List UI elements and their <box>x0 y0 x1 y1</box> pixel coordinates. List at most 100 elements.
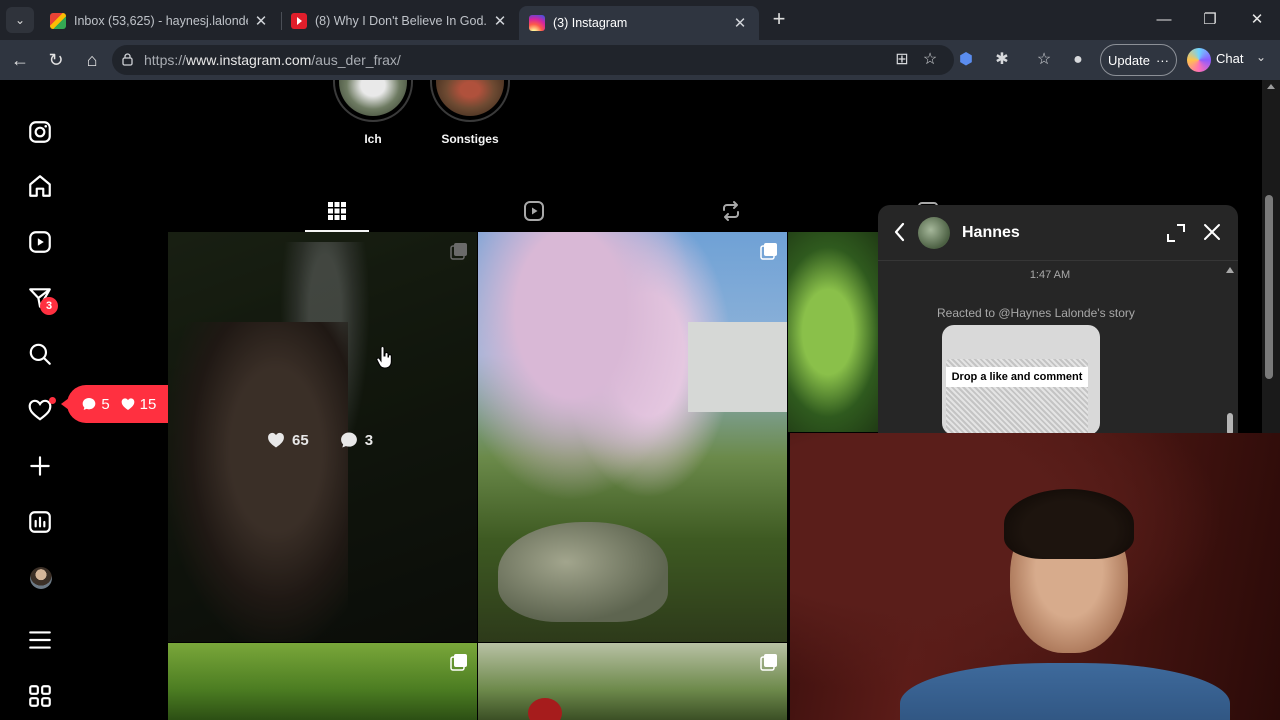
copilot-icon[interactable] <box>1187 48 1211 72</box>
tab-reels[interactable] <box>502 190 566 232</box>
comments-value: 3 <box>364 431 374 449</box>
favorites-icon[interactable]: ☆ <box>1032 48 1056 72</box>
address-bar[interactable]: https://www.instagram.com/aus_der_frax/ … <box>112 45 954 75</box>
profile-avatar-icon[interactable]: ● <box>1066 48 1090 72</box>
scroll-up-arrow-icon[interactable] <box>1267 84 1275 89</box>
instagram-icon <box>529 15 545 31</box>
tab-title: Inbox (53,625) - haynesj.lalonde@ <box>74 14 248 28</box>
highlight-cover <box>436 80 504 116</box>
close-icon[interactable]: ✕ <box>731 14 749 32</box>
close-icon[interactable]: ✕ <box>252 12 270 30</box>
highlight-cover <box>339 80 407 116</box>
home-icon[interactable] <box>26 172 54 200</box>
more-menu-icon[interactable] <box>26 626 54 654</box>
hand-cursor-icon <box>376 347 392 369</box>
post-photo-berry <box>528 698 562 720</box>
home-icon[interactable]: ⌂ <box>80 48 104 72</box>
carousel-icon <box>760 654 777 671</box>
restore-icon[interactable]: ❐ <box>1198 8 1222 32</box>
chat-scrollbar[interactable] <box>1226 267 1234 435</box>
likes-value: 65 <box>292 431 309 449</box>
copilot-chat-label[interactable]: Chat <box>1216 51 1243 66</box>
story-thumbnail[interactable]: Drop a like and comment <box>942 325 1100 435</box>
post-stats: 65 3 <box>266 430 373 450</box>
comments-count: 5 <box>81 396 110 413</box>
carousel-icon <box>450 243 467 260</box>
tab-title: (8) Why I Don't Believe In God. - Y <box>315 14 487 28</box>
carousel-icon <box>450 654 467 671</box>
browser-tab-bar: ⌄ Inbox (53,625) - haynesj.lalonde@ ✕ (8… <box>0 0 1280 40</box>
also-from-meta-icon[interactable] <box>26 682 54 710</box>
chevron-left-icon[interactable] <box>892 221 908 243</box>
webcam-overlay <box>790 433 1280 720</box>
extensions-icon[interactable]: ✱ <box>990 48 1014 72</box>
message-timestamp: 1:47 AM <box>1029 269 1071 281</box>
update-label: Update <box>1108 52 1150 68</box>
new-tab-plus-icon[interactable]: + <box>767 8 791 32</box>
comment-icon <box>340 432 357 448</box>
post-tile-hovered[interactable]: 65 3 <box>168 232 477 642</box>
story-reaction-text: Reacted to @Haynes Lalonde's story <box>937 306 1135 320</box>
extension-puzzle-blue-icon[interactable]: ⬢ <box>954 48 978 72</box>
update-button[interactable]: Update ··· <box>1100 44 1177 76</box>
post-tile-plant[interactable] <box>168 643 477 720</box>
chevron-down-icon[interactable]: ⌄ <box>1256 50 1266 64</box>
refresh-icon[interactable]: ↻ <box>44 48 68 72</box>
close-icon[interactable] <box>1202 222 1222 242</box>
url-path: /aus_der_frax/ <box>311 52 401 68</box>
tab-gmail[interactable]: Inbox (53,625) - haynesj.lalonde@ ✕ <box>40 6 280 36</box>
reels-icon[interactable] <box>26 228 54 256</box>
grid-icon <box>328 202 346 220</box>
heart-icon <box>121 398 134 410</box>
post-photo-building <box>688 322 787 412</box>
window-close-icon[interactable]: ✕ <box>1245 8 1269 32</box>
highlight-ring <box>430 80 510 122</box>
scroll-thumb[interactable] <box>1227 413 1233 435</box>
search-icon[interactable] <box>26 340 54 368</box>
tab-posts-grid[interactable] <box>305 190 369 232</box>
chat-header: Hannes <box>878 205 1238 261</box>
gmail-icon <box>50 13 66 29</box>
dm-chat-popup: Hannes 1:47 AM Reacted to @Haynes Lalond… <box>878 205 1238 435</box>
tab-youtube[interactable]: (8) Why I Don't Believe In God. - Y ✕ <box>281 6 519 36</box>
url-scheme: https:// <box>144 52 187 68</box>
tab-actions-menu-icon[interactable]: ⌄ <box>6 7 34 33</box>
minimize-icon[interactable]: — <box>1152 8 1176 32</box>
messages-badge: 3 <box>40 297 58 315</box>
create-plus-icon[interactable] <box>26 452 54 480</box>
lock-icon[interactable] <box>122 53 133 66</box>
post-tile-leaves[interactable] <box>788 232 888 432</box>
url-host: www.instagram.com <box>186 52 312 68</box>
expand-icon[interactable] <box>1166 223 1186 243</box>
browser-toolbar: ← ↻ ⌂ https://www.instagram.com/aus_der_… <box>0 40 1280 80</box>
webcam-person-shirt <box>900 663 1230 720</box>
post-comments: 3 <box>339 430 373 450</box>
tab-title: (3) Instagram <box>553 16 628 30</box>
chat-contact-name[interactable]: Hannes <box>962 224 1020 242</box>
carousel-icon <box>760 243 777 260</box>
highlight-sonstiges[interactable]: Sonstiges <box>428 80 512 172</box>
scroll-up-arrow-icon[interactable] <box>1226 267 1234 273</box>
instagram-logo-icon[interactable] <box>26 118 54 146</box>
webcam-person-hair <box>1004 489 1134 559</box>
back-arrow-icon[interactable]: ← <box>8 48 32 72</box>
post-photo-rock <box>498 522 668 622</box>
comment-icon <box>82 398 96 410</box>
close-icon[interactable]: ✕ <box>491 12 509 30</box>
notification-dot <box>49 397 56 404</box>
likes-value: 15 <box>139 395 157 413</box>
post-likes: 65 <box>266 430 309 450</box>
highlight-ring <box>333 80 413 122</box>
tab-instagram[interactable]: (3) Instagram ✕ <box>519 6 759 40</box>
profile-avatar[interactable] <box>30 567 52 589</box>
scroll-thumb[interactable] <box>1265 195 1273 379</box>
likes-count: 15 <box>120 395 157 413</box>
chat-avatar[interactable] <box>918 217 950 249</box>
post-tile-cherry-blossom[interactable] <box>478 232 787 642</box>
app-available-icon[interactable]: ⊞ <box>890 48 914 72</box>
dashboard-chart-icon[interactable] <box>26 508 54 536</box>
tab-reposts[interactable] <box>699 190 763 232</box>
favorite-star-icon[interactable]: ☆ <box>918 48 942 72</box>
post-tile-berry[interactable] <box>478 643 787 720</box>
highlight-ich[interactable]: Ich <box>331 80 415 172</box>
